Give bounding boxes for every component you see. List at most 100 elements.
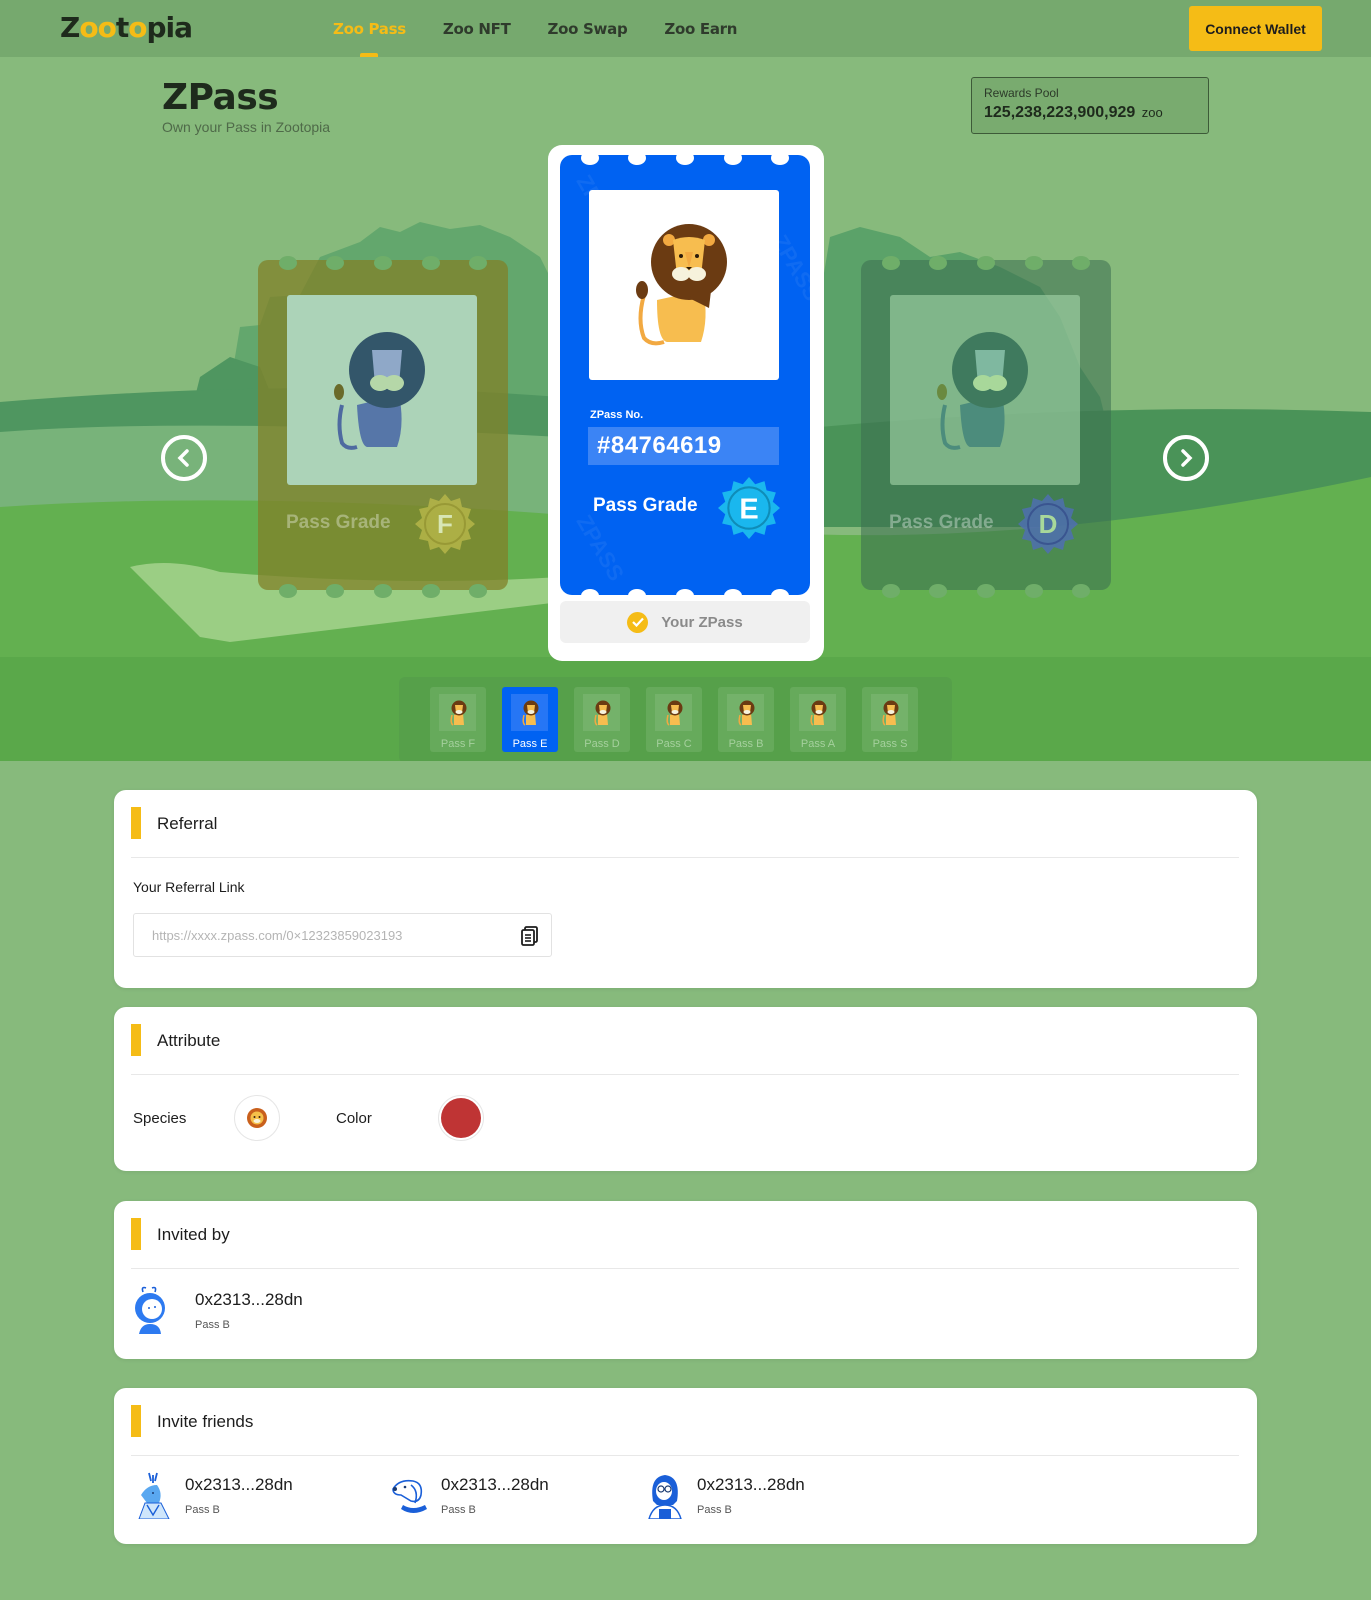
grade-badge-f: F xyxy=(415,494,475,559)
pass-tab-pass-d[interactable]: Pass D xyxy=(574,687,630,752)
friend-item[interactable]: 0x2313...28dn Pass B xyxy=(133,1471,363,1521)
species-value xyxy=(234,1095,280,1141)
nav-zoo-pass[interactable]: Zoo Pass xyxy=(333,0,406,57)
user-address: 0x2313...28dn xyxy=(441,1475,549,1494)
chevron-left-icon xyxy=(177,449,189,467)
pass-tab-pass-a[interactable]: Pass A xyxy=(790,687,846,752)
pass-tab-label: Pass C xyxy=(656,738,692,750)
section-title: Invited by xyxy=(157,1225,230,1244)
dog-avatar-icon xyxy=(389,1471,429,1519)
copy-icon[interactable] xyxy=(521,926,539,946)
pass-grade-label: Pass Grade xyxy=(593,495,698,516)
section-accent-bar xyxy=(131,1024,141,1056)
pass-tab-pass-s[interactable]: Pass S xyxy=(862,687,918,752)
pass-grade-label: Pass Grade xyxy=(286,512,391,533)
lion-thumbnail-icon xyxy=(727,694,764,731)
chevron-right-icon xyxy=(1181,449,1193,467)
page-title: ZPass xyxy=(162,77,279,118)
nav-zoo-earn[interactable]: Zoo Earn xyxy=(664,0,737,57)
pass-tab-label: Pass E xyxy=(512,738,548,750)
watermark: ZPASS xyxy=(571,510,630,586)
user-pass: Pass B xyxy=(185,1504,220,1516)
lion-icon xyxy=(334,332,425,450)
rewards-pool-unit: zoo xyxy=(1141,105,1163,120)
girl-avatar-icon xyxy=(645,1471,685,1520)
svg-text:E: E xyxy=(739,493,758,525)
lion-thumbnail-icon xyxy=(511,694,548,731)
friend-item[interactable]: 0x2313...28dn Pass B xyxy=(645,1471,875,1521)
check-icon xyxy=(627,611,649,633)
lion-face-icon xyxy=(247,1108,267,1128)
pass-tab-label: Pass F xyxy=(440,738,476,750)
color-swatch xyxy=(441,1098,481,1138)
current-pass-card: ZPASS ZPASS ZPASS xyxy=(548,145,825,661)
svg-text:D: D xyxy=(1039,509,1058,539)
zpass-ticket: ZPASS ZPASS ZPASS xyxy=(560,151,825,603)
rewards-pool-label: Rewards Pool xyxy=(984,86,1059,100)
lion-image-frame xyxy=(890,295,1080,485)
lion-image-frame xyxy=(589,190,779,380)
lion-thumbnail-icon xyxy=(871,694,908,731)
user-address: 0x2313...28dn xyxy=(697,1475,805,1494)
user-address: 0x2313...28dn xyxy=(185,1475,293,1494)
lion-thumbnail-icon xyxy=(655,694,692,731)
section-title: Attribute xyxy=(157,1031,221,1050)
grade-badge-e: E xyxy=(718,477,780,544)
attribute-panel: Attribute Species Color xyxy=(114,1007,1257,1171)
lion-thumbnail-icon xyxy=(583,694,620,731)
referral-link-label: Your Referral Link xyxy=(133,879,245,895)
pass-tab-pass-e[interactable]: Pass E xyxy=(502,687,558,752)
nav-zoo-nft[interactable]: Zoo NFT xyxy=(443,0,511,57)
color-label: Color xyxy=(336,1110,372,1127)
zootopia-logo[interactable]: Zootopia xyxy=(60,10,193,46)
pass-grade-selector: Pass F Pass E Pass D Pass C Pass B Pass A Pass… xyxy=(399,677,952,761)
your-zpass-status: Your ZPass xyxy=(560,601,810,643)
carousel-next-button[interactable] xyxy=(1163,435,1209,481)
lion-icon xyxy=(937,332,1028,450)
inviter-item[interactable]: 0x2313...28dn Pass B xyxy=(133,1286,433,1336)
rewards-pool: Rewards Pool 125,238,223,900,929 zoo xyxy=(971,77,1209,134)
user-address: 0x2313...28dn xyxy=(195,1290,303,1309)
invite-friends-panel: Invite friends 0x2313...28dn Pass B 0x23… xyxy=(114,1388,1257,1544)
rewards-pool-value: 125,238,223,900,929 zoo xyxy=(984,104,1163,121)
user-pass: Pass B xyxy=(441,1504,476,1516)
connect-wallet-button[interactable]: Connect Wallet xyxy=(1189,6,1322,51)
pass-card-next[interactable]: Pass Grade D xyxy=(861,256,1111,598)
lion-thumbnail-icon xyxy=(799,694,836,731)
grade-badge-d: D xyxy=(1018,494,1078,559)
section-accent-bar xyxy=(131,1405,141,1437)
main-nav: Zoo Pass Zoo NFT Zoo Swap Zoo Earn xyxy=(333,0,774,57)
pass-card-previous[interactable]: Pass Grade F xyxy=(258,256,508,598)
pass-tab-pass-c[interactable]: Pass C xyxy=(646,687,702,752)
section-title: Invite friends xyxy=(157,1412,254,1431)
lion-icon xyxy=(636,224,727,346)
pass-tab-label: Pass A xyxy=(800,738,836,750)
species-label: Species xyxy=(133,1110,187,1127)
pass-tab-pass-b[interactable]: Pass B xyxy=(718,687,774,752)
carousel-prev-button[interactable] xyxy=(161,435,207,481)
zpass-number: #84764619 xyxy=(588,427,779,465)
user-pass: Pass B xyxy=(195,1319,230,1331)
nav-zoo-swap[interactable]: Zoo Swap xyxy=(548,0,628,57)
pass-tab-label: Pass S xyxy=(872,738,908,750)
hero-section: ZPass Own your Pass in Zootopia Rewards … xyxy=(0,57,1371,761)
referral-panel: Referral Your Referral Link xyxy=(114,790,1257,988)
friend-item[interactable]: 0x2313...28dn Pass B xyxy=(389,1471,619,1521)
section-title: Referral xyxy=(157,814,218,833)
alien-avatar-icon xyxy=(133,1286,173,1334)
pass-tab-label: Pass D xyxy=(584,738,620,750)
zpass-number-label: ZPass No. xyxy=(590,409,644,421)
svg-text:F: F xyxy=(437,509,453,539)
pass-tab-pass-f[interactable]: Pass F xyxy=(430,687,486,752)
lion-thumbnail-icon xyxy=(439,694,476,731)
lion-image-frame xyxy=(287,295,477,485)
section-accent-bar xyxy=(131,1218,141,1250)
pass-tab-label: Pass B xyxy=(728,738,764,750)
section-accent-bar xyxy=(131,807,141,839)
deer-avatar-icon xyxy=(133,1471,173,1520)
pass-grade-label: Pass Grade xyxy=(889,512,994,533)
page-subtitle: Own your Pass in Zootopia xyxy=(162,119,331,135)
top-navigation-bar: Zootopia Zoo Pass Zoo NFT Zoo Swap Zoo E… xyxy=(0,0,1371,57)
referral-link-input[interactable] xyxy=(134,914,504,956)
invited-by-panel: Invited by 0x2313...28dn Pass B xyxy=(114,1201,1257,1359)
